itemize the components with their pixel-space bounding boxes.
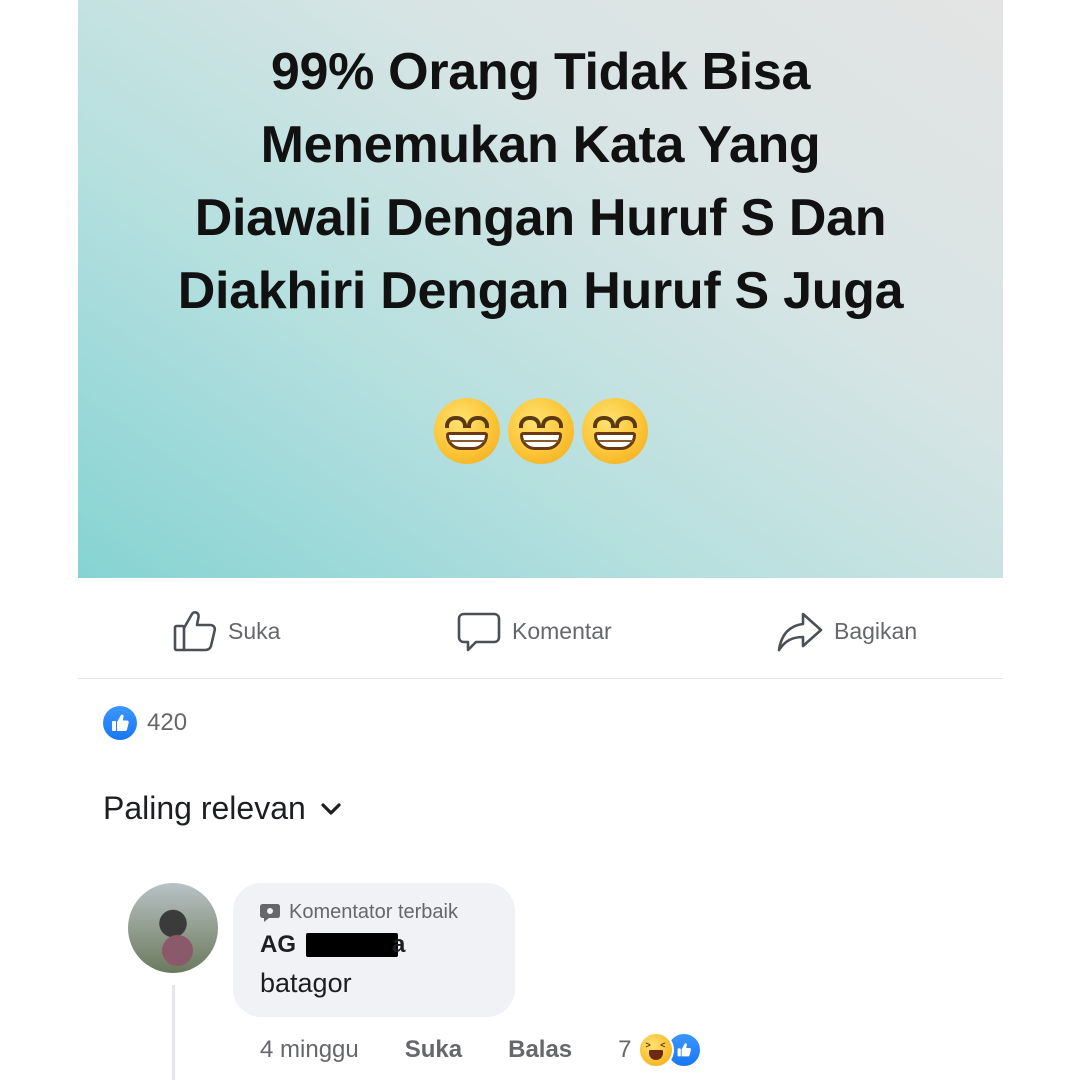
like-button[interactable]: Suka [172, 608, 280, 654]
comment-reply-button[interactable]: Balas [508, 1036, 572, 1064]
haha-icon: > < [637, 1032, 674, 1068]
redaction-bar [306, 933, 398, 957]
thumbs-up-icon [173, 611, 217, 652]
grinning-face-icon [433, 398, 500, 464]
badge-label: Komentator terbaik [289, 901, 458, 923]
comment-button[interactable]: Komentar [456, 608, 612, 654]
comment-text: batagor [260, 968, 352, 998]
comment-timestamp[interactable]: 4 minggu [260, 1036, 359, 1064]
reaction-summary[interactable]: 420 [103, 706, 187, 740]
grinning-face-icon [507, 398, 574, 464]
comment-sort-dropdown[interactable]: Paling relevan [103, 790, 342, 827]
chevron-down-icon [321, 802, 341, 815]
share-label: Bagikan [834, 617, 918, 644]
like-icon [103, 706, 137, 740]
comment-author[interactable]: AG a [260, 931, 405, 959]
grinning-face-icon [581, 398, 648, 464]
headline-line: Menemukan Kata Yang [260, 116, 821, 174]
sort-label: Paling relevan [103, 790, 306, 826]
headline-line: Diawali Dengan Huruf S Dan [194, 189, 887, 247]
comment-badge-icon [260, 903, 280, 922]
post-headline: 99% Orang Tidak Bisa Menemukan Kata Yang… [78, 36, 1003, 328]
facebook-post-view: 99% Orang Tidak Bisa Menemukan Kata Yang… [0, 0, 1080, 1080]
post-action-bar: Suka Komentar Bagikan [78, 590, 1003, 679]
reaction-count: 420 [147, 709, 188, 736]
avatar[interactable] [128, 883, 218, 973]
comment-reactions[interactable]: 7 > < [618, 1032, 702, 1068]
comment-bubble: Komentator terbaik AG a batagor [233, 883, 515, 1017]
comment-like-button[interactable]: Suka [405, 1036, 462, 1064]
like-label: Suka [228, 617, 281, 644]
comment-meta: 4 minggu Suka Balas 7 > < [260, 1032, 702, 1068]
thread-line [172, 985, 175, 1080]
top-fan-badge: Komentator terbaik [259, 901, 458, 924]
share-arrow-icon [777, 612, 823, 652]
author-name-suffix: a [392, 931, 406, 958]
headline-line: Diakhiri Dengan Huruf S Juga [177, 262, 904, 320]
comment-label: Komentar [512, 617, 612, 644]
share-button[interactable]: Bagikan [776, 608, 917, 654]
comment-reaction-count: 7 [618, 1036, 632, 1063]
comment-icon [457, 612, 501, 652]
headline-line: 99% Orang Tidak Bisa [270, 43, 811, 101]
emoji-row [78, 398, 1003, 464]
author-name-prefix: AG [260, 931, 296, 958]
post-image[interactable]: 99% Orang Tidak Bisa Menemukan Kata Yang… [78, 0, 1003, 578]
